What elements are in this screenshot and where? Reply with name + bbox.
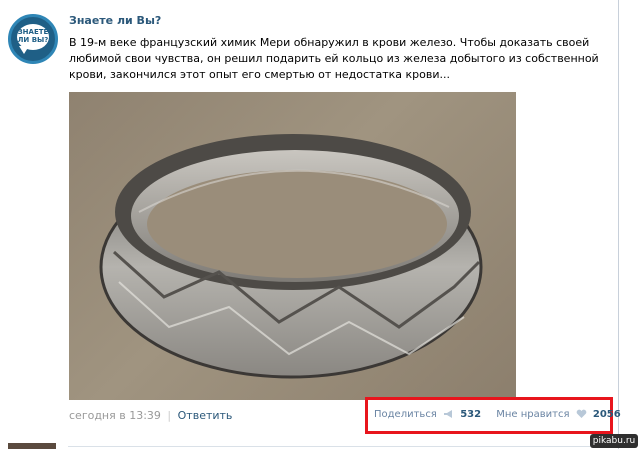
reply-link[interactable]: Ответить [178, 409, 233, 422]
ring-image [99, 134, 483, 379]
meta-separator: | [167, 409, 172, 422]
group-avatar[interactable]: ЗНАЕТЕ ЛИ ВЫ? [8, 14, 58, 64]
like-button[interactable]: Мне нравится 2056 [496, 409, 620, 420]
share-label: Поделиться [374, 409, 437, 420]
share-count: 532 [460, 409, 482, 420]
post-timestamp[interactable]: сегодня в 13:39 [69, 409, 161, 422]
next-post-avatar[interactable] [8, 443, 56, 449]
post-text: В 19-м веке французский химик Мери обнар… [69, 36, 599, 81]
share-button[interactable]: Поделиться 532 [374, 409, 484, 420]
watermark: pikabu.ru [590, 434, 638, 448]
speech-bubble-tail [19, 46, 29, 54]
post-actions: Поделиться 532 Мне нравится 2056 [374, 409, 621, 420]
post-author-link[interactable]: Знаете ли Вы? [69, 14, 161, 27]
post-meta: сегодня в 13:39 | Ответить [69, 409, 232, 422]
like-label: Мне нравится [496, 409, 570, 420]
post-divider [68, 446, 608, 447]
post-photo[interactable] [69, 92, 516, 400]
avatar-logo-text: ЗНАЕТЕ ЛИ ВЫ? [17, 28, 49, 44]
like-count: 2056 [592, 409, 621, 420]
right-border [618, 0, 619, 449]
heart-icon [576, 409, 587, 418]
megaphone-icon [444, 410, 453, 418]
